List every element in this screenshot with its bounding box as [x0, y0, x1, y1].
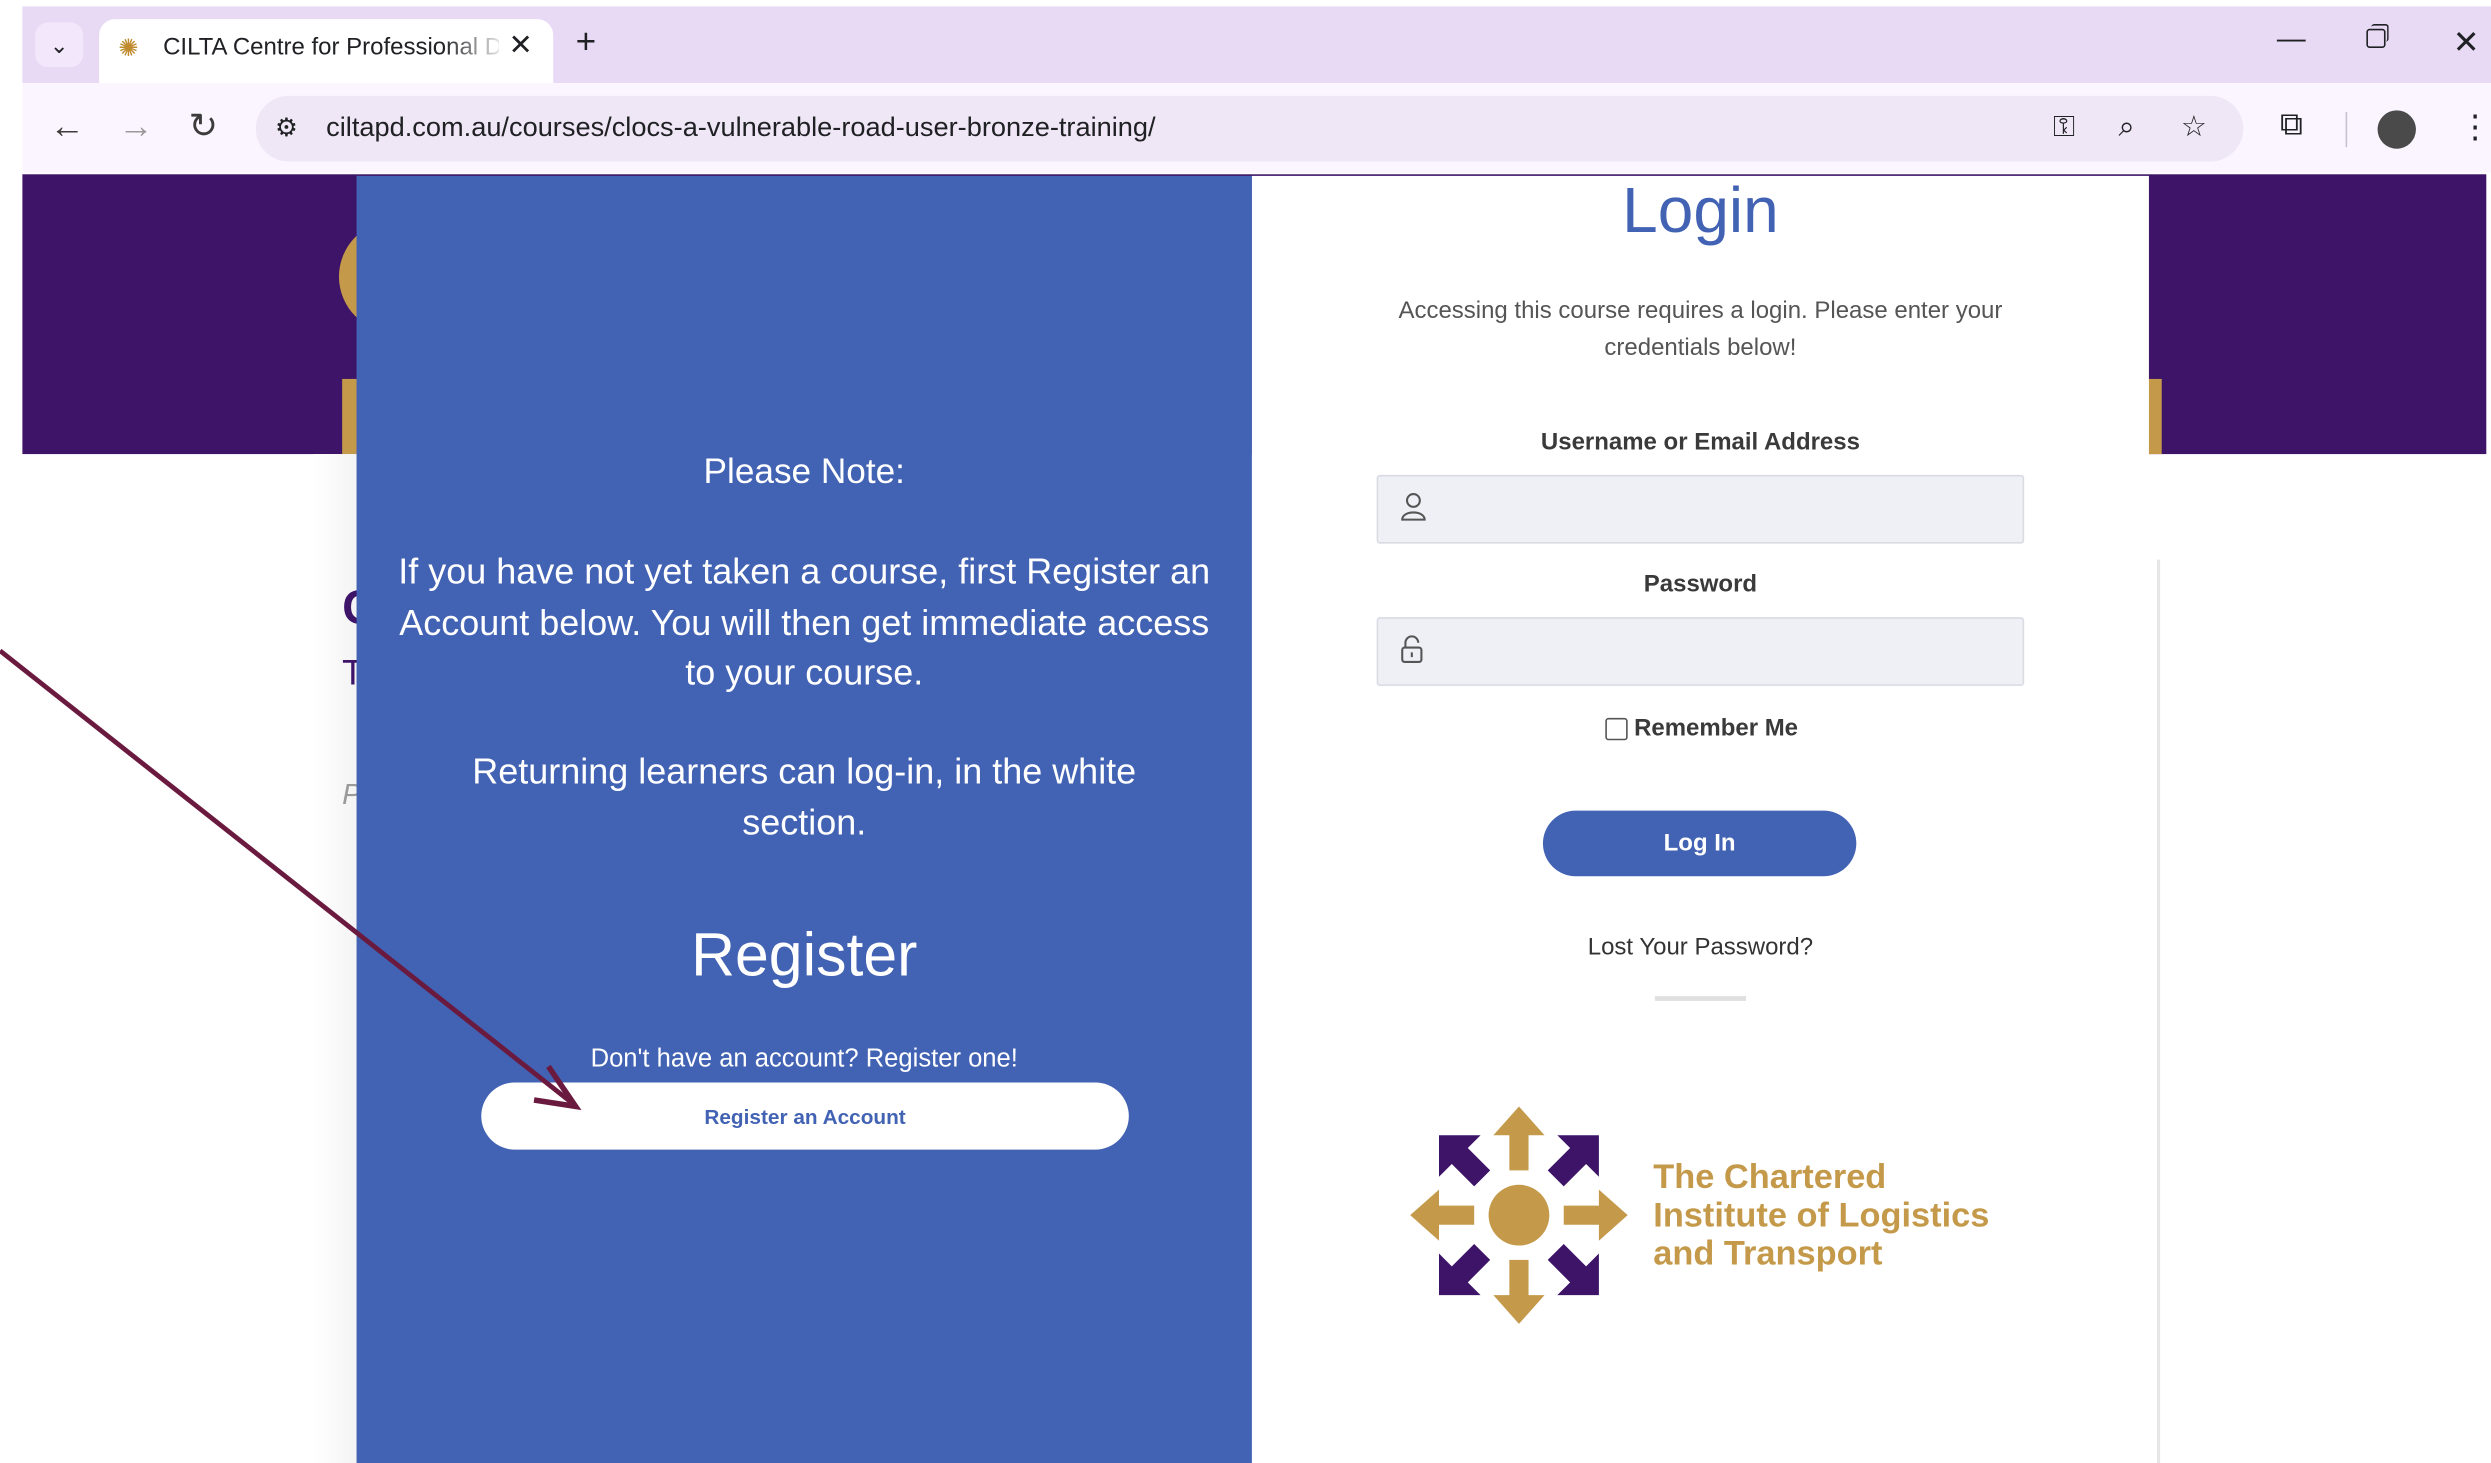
- window-close-icon[interactable]: ✕: [2453, 22, 2480, 62]
- remember-me-checkbox[interactable]: [1605, 717, 1628, 740]
- star-icon[interactable]: ☆: [2181, 110, 2207, 144]
- password-label: Password: [1643, 570, 1758, 598]
- chevron-down-icon: ⌄: [49, 31, 69, 57]
- avatar[interactable]: [2377, 110, 2416, 149]
- register-heading: Register: [691, 922, 918, 990]
- note-body: If you have not yet taken a course, firs…: [398, 551, 1211, 693]
- site-settings-icon[interactable]: ⚙: [275, 112, 298, 144]
- plus-icon[interactable]: +: [576, 23, 597, 59]
- key-icon[interactable]: ⚿: [2053, 110, 2075, 144]
- arrow-left-icon[interactable]: ←: [50, 108, 85, 144]
- tab-list-button[interactable]: ⌄: [35, 22, 84, 68]
- note-body-returning: Returning learners can log-in, in the wh…: [472, 751, 1137, 842]
- remember-me-label[interactable]: Remember Me: [1634, 715, 1798, 742]
- note-title: Please Note:: [703, 450, 905, 491]
- cilt-logo-icon: [1410, 1106, 1628, 1324]
- close-icon[interactable]: ✕: [508, 29, 532, 63]
- cilta-favicon-icon: ✺: [118, 35, 139, 63]
- password-field[interactable]: [1376, 617, 2025, 686]
- restore-icon[interactable]: [2366, 28, 2386, 48]
- cilt-logo-text: The Chartered Institute of Logistics and…: [1653, 1157, 1990, 1273]
- username-label: Username or Email Address: [1540, 428, 1860, 456]
- url-text[interactable]: ciltapd.com.au/courses/clocs-a-vulnerabl…: [326, 112, 1155, 144]
- username-field[interactable]: [1376, 474, 2025, 544]
- minimize-icon[interactable]: —: [2277, 22, 2306, 56]
- browser-tab[interactable]: ✺ CILTA Centre for Professional Developm…: [99, 19, 554, 87]
- register-account-button[interactable]: Register an Account: [481, 1082, 1129, 1150]
- lost-password-link[interactable]: Lost Your Password?: [1252, 934, 2149, 961]
- login-button[interactable]: Log In: [1542, 810, 1857, 877]
- lock-icon: [1401, 635, 1423, 672]
- puzzle-icon[interactable]: ⧉: [2280, 107, 2303, 144]
- user-icon: [1401, 492, 1427, 529]
- kebab-menu-icon[interactable]: ⋮: [2459, 107, 2491, 147]
- login-description: Accessing this course requires a login. …: [1398, 297, 2003, 361]
- divider: [1654, 996, 1746, 1001]
- zoom-icon[interactable]: ⌕: [2119, 110, 2135, 144]
- login-heading: Login: [1622, 175, 1779, 247]
- register-subtext: Don't have an account? Register one!: [590, 1045, 1018, 1073]
- remember-me-row[interactable]: Remember Me: [1605, 715, 1798, 742]
- arrow-right-icon[interactable]: →: [118, 108, 153, 144]
- reload-icon[interactable]: ↻: [189, 108, 218, 144]
